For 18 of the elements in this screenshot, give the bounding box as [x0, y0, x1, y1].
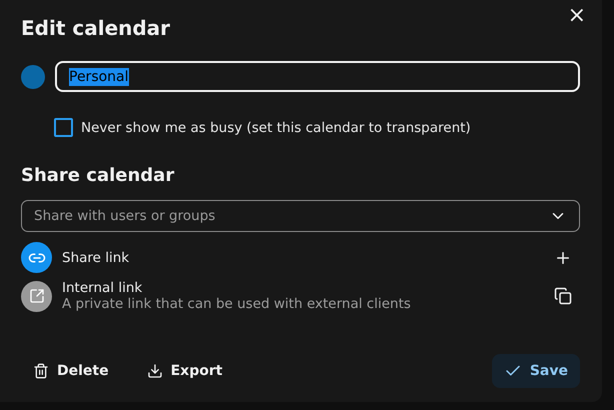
trash-icon: [33, 363, 49, 379]
section-heading: Share calendar: [21, 165, 174, 186]
calendar-name-field[interactable]: Personal: [55, 61, 580, 92]
checkbox-label: Never show me as busy (set this calendar to transparent): [81, 120, 471, 136]
close-button[interactable]: ×: [564, 4, 590, 28]
save-button[interactable]: Save: [492, 354, 580, 388]
calendar-color-dot[interactable]: [21, 64, 45, 88]
link-title: Internal link: [62, 280, 142, 296]
export-button[interactable]: Export: [134, 354, 234, 388]
share-search-field[interactable]: Share with users or groups: [21, 200, 580, 232]
external-link-icon: [28, 288, 44, 304]
delete-button[interactable]: Delete: [21, 354, 121, 388]
link-description: A private link that can be used with external clients: [62, 296, 411, 312]
dialog-title: Edit calendar: [21, 16, 170, 40]
copy-icon: [554, 287, 572, 305]
link-title: Share link: [62, 250, 130, 266]
checkbox[interactable]: [54, 118, 73, 137]
download-icon: [146, 363, 163, 379]
